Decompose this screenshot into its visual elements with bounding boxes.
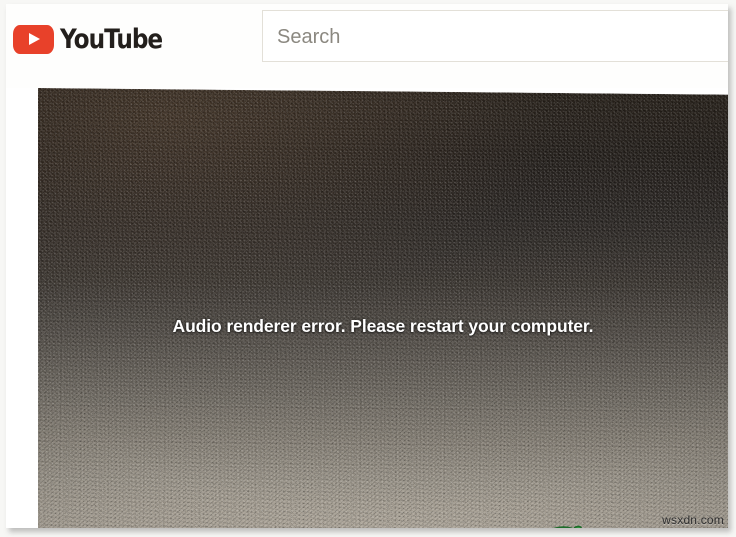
youtube-logo[interactable]: YouTube: [13, 22, 179, 56]
youtube-masthead: YouTube: [6, 4, 728, 88]
video-noise-background: [38, 88, 728, 528]
player-error-message: Audio renderer error. Please restart you…: [172, 316, 594, 336]
search-input[interactable]: [277, 22, 697, 52]
video-player[interactable]: Audio renderer error. Please restart you…: [38, 88, 728, 528]
youtube-play-icon: [13, 24, 54, 54]
source-watermark: wsxdn.com: [662, 513, 724, 527]
search-box[interactable]: [262, 10, 728, 62]
youtube-wordmark: YouTube: [60, 23, 163, 55]
appuals-mascot-icon: [552, 525, 582, 528]
browser-page-frame: YouTube Audio renderer error. Please res…: [6, 4, 728, 528]
screenshot-root: YouTube Audio renderer error. Please res…: [0, 0, 736, 537]
video-surface: [38, 88, 728, 528]
